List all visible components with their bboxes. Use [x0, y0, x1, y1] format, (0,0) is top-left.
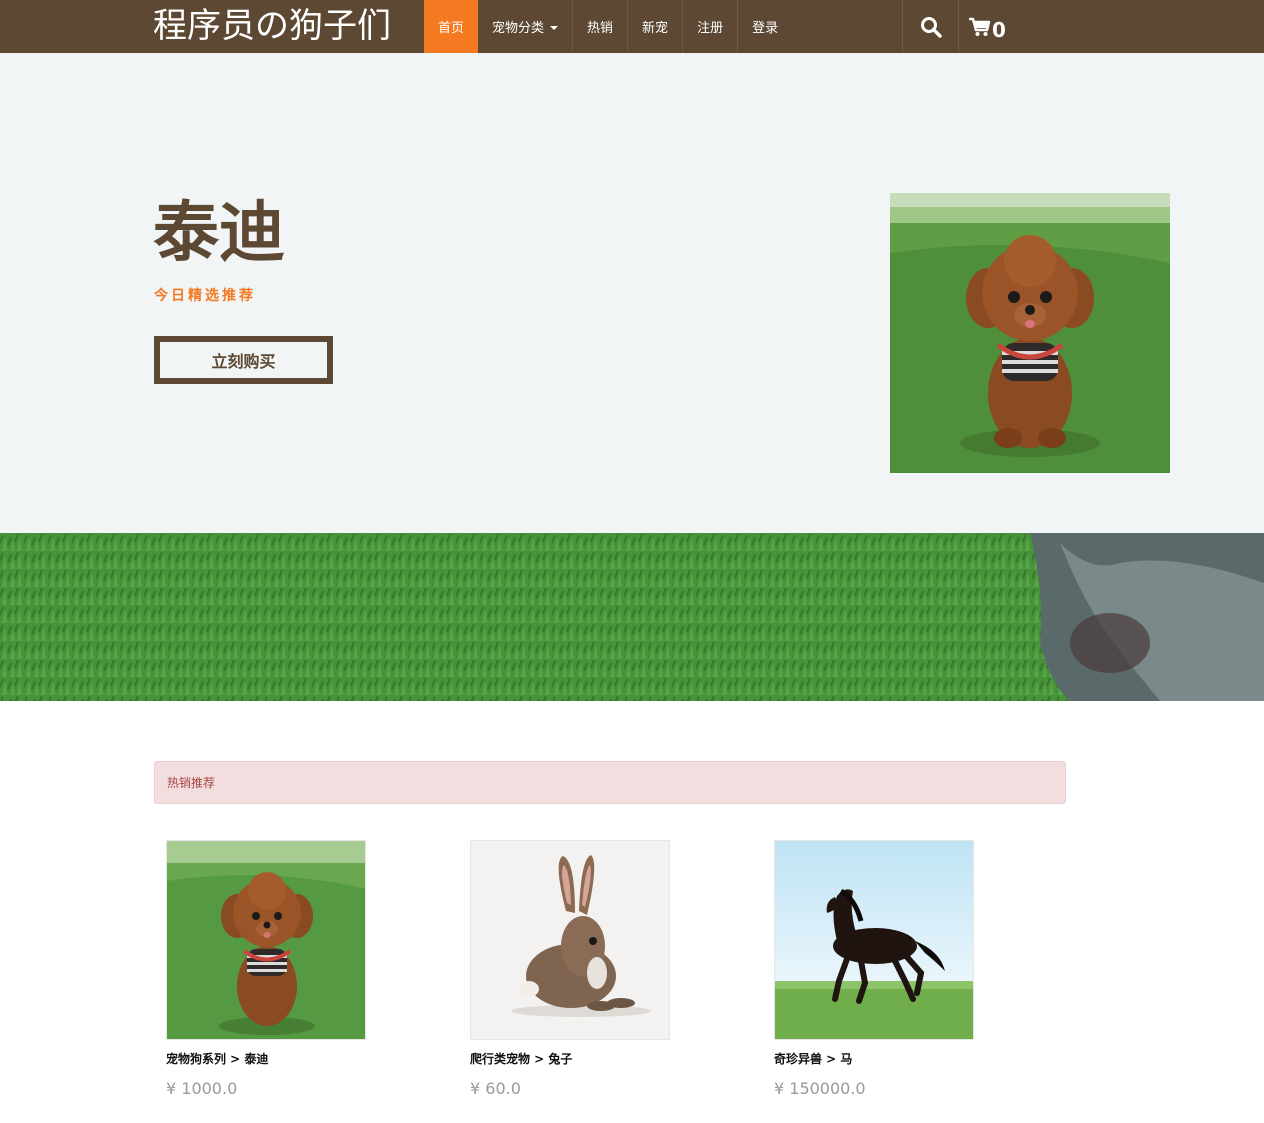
grass-banner-image: [0, 533, 1264, 701]
nav-menu: 首页 宠物分类 热销 新宠 注册 登录: [424, 0, 792, 53]
nav-item-register[interactable]: 注册: [683, 0, 739, 53]
product-card[interactable]: 奇珍异兽 > 马 ¥ 150000.0: [774, 840, 1004, 1098]
hero-subtitle: 今日精选推荐: [154, 288, 256, 304]
teddy-dog-image[interactable]: [890, 193, 1170, 473]
caret-down-icon: [550, 25, 559, 30]
cart-button[interactable]: 0: [959, 0, 1006, 53]
product-name[interactable]: 宠物狗系列 > 泰迪: [166, 1050, 396, 1067]
top-navbar: 程序员の狗子们 首页 宠物分类 热销 新宠 注册 登录 0: [0, 0, 1264, 53]
hero-banner: 泰迪 今日精选推荐 立刻购买: [0, 53, 1264, 533]
cart-icon: [969, 17, 991, 36]
search-button[interactable]: [903, 0, 958, 53]
product-image-teddy[interactable]: [166, 840, 366, 1040]
brand-logo[interactable]: 程序员の狗子们: [153, 4, 391, 48]
nav-item-label: 热销: [587, 21, 614, 36]
nav-item-categories[interactable]: 宠物分类: [478, 0, 574, 53]
nav-item-home[interactable]: 首页: [424, 0, 479, 53]
nav-item-login[interactable]: 登录: [738, 0, 792, 53]
product-price: ¥ 150000.0: [774, 1079, 866, 1098]
nav-item-new[interactable]: 新宠: [628, 0, 684, 53]
hot-heading-text: 热销推荐: [167, 776, 216, 790]
nav-item-label: 首页: [438, 21, 465, 36]
product-image-horse[interactable]: [774, 840, 974, 1040]
product-card[interactable]: 宠物狗系列 > 泰迪 ¥ 1000.0: [166, 840, 396, 1098]
nav-item-label: 宠物分类: [492, 21, 545, 36]
product-name[interactable]: 爬行类宠物 > 兔子: [470, 1050, 700, 1067]
hot-section-heading: 热销推荐: [154, 761, 1066, 804]
nav-item-label: 注册: [697, 21, 724, 36]
product-price: ¥ 1000.0: [166, 1079, 238, 1098]
hero-title: 泰迪: [153, 194, 285, 271]
nav-item-hot[interactable]: 热销: [573, 0, 629, 53]
nav-actions: 0: [902, 0, 1006, 53]
nav-item-label: 新宠: [642, 21, 669, 36]
cart-count: 0: [992, 17, 1006, 42]
product-price: ¥ 60.0: [470, 1079, 521, 1098]
buy-now-button[interactable]: 立刻购买: [154, 336, 333, 384]
product-card[interactable]: 爬行类宠物 > 兔子 ¥ 60.0: [470, 840, 700, 1098]
product-image-rabbit[interactable]: [470, 840, 670, 1040]
product-name[interactable]: 奇珍异兽 > 马: [774, 1050, 1004, 1067]
search-icon: [920, 16, 942, 38]
nav-item-label: 登录: [752, 21, 779, 36]
